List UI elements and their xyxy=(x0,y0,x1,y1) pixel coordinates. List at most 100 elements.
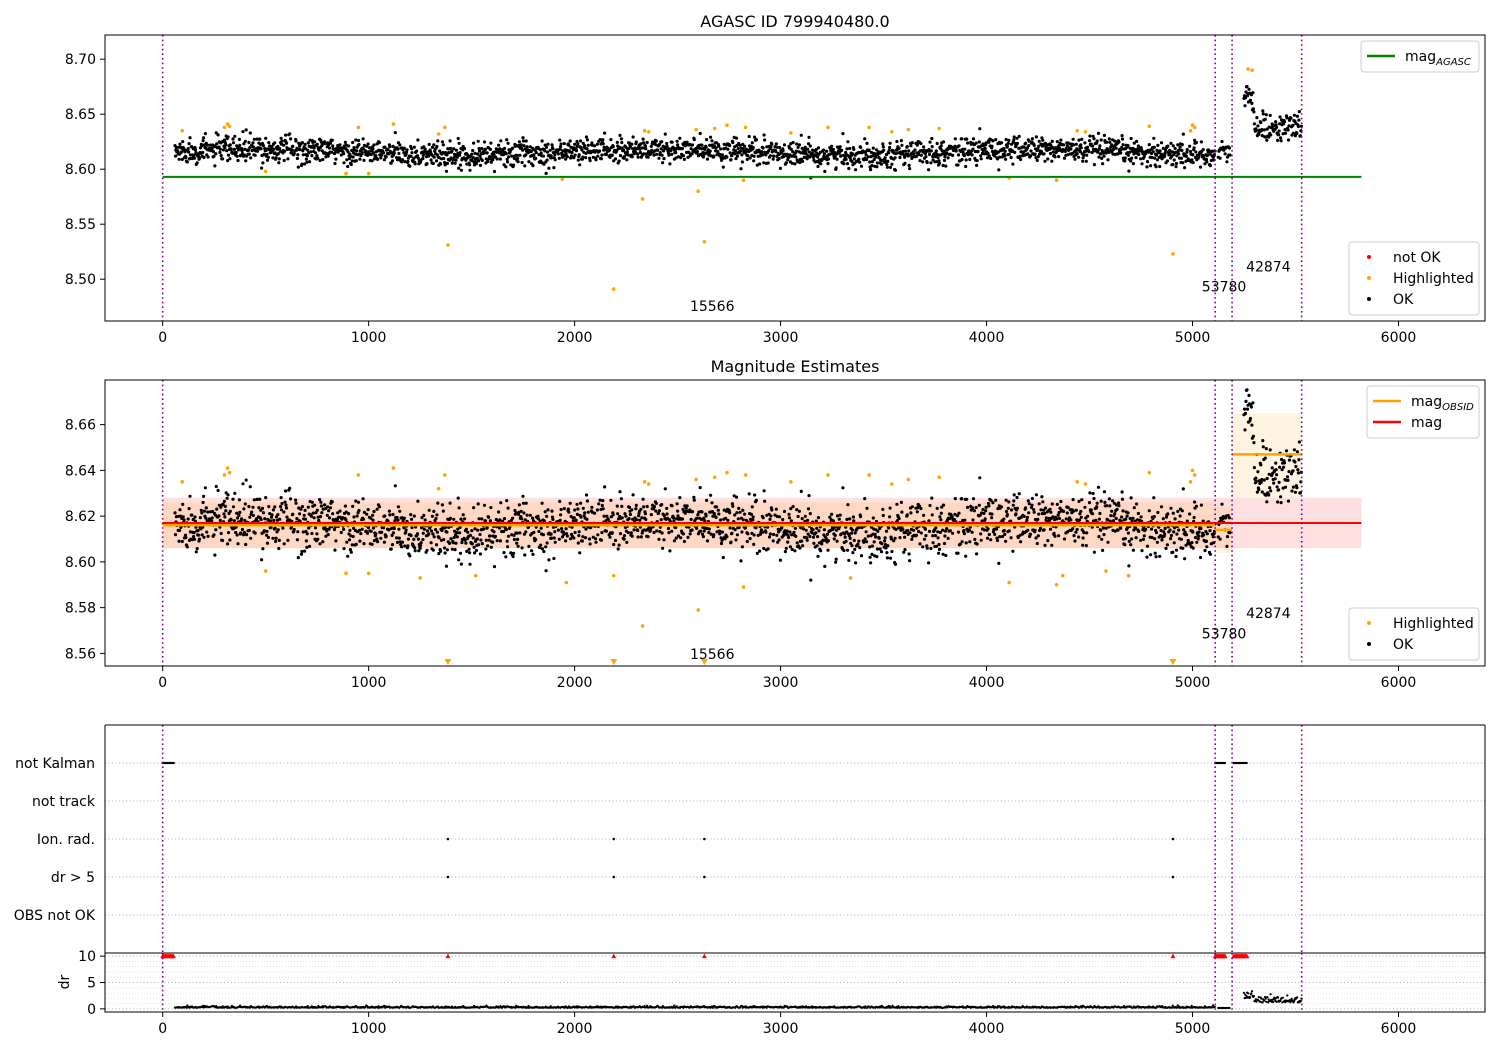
chart-2-ok-point-2373 xyxy=(1271,466,1274,469)
chart-2-ok-point-139 xyxy=(236,542,239,545)
chart-1-highlighted-point-23 xyxy=(744,126,748,130)
chart-2-ok-point-206 xyxy=(267,536,270,539)
chart-2-ok-point-2012 xyxy=(1085,531,1088,534)
chart-1-highlighted-point-3 xyxy=(228,125,232,129)
chart-2-ok-point-1507 xyxy=(856,543,859,546)
chart-1-ok-point-2247 xyxy=(1192,161,1195,164)
chart-2-ok-point-547 xyxy=(421,538,424,541)
chart-1-ok-point-1038 xyxy=(644,145,647,148)
chart-2-ok-point-287 xyxy=(304,509,307,512)
chart-1-ok-point-1722 xyxy=(954,137,957,140)
chart-2-ok-point-560 xyxy=(427,532,430,535)
chart-1-ok-point-982 xyxy=(618,134,621,137)
chart-2-ok-point-947 xyxy=(603,515,606,518)
chart-1-ok-point-1572 xyxy=(886,166,889,169)
chart-1-ok-point-294 xyxy=(307,141,310,144)
chart-1-highlighted-point-36 xyxy=(1189,129,1193,133)
chart-1-ok-point-1431 xyxy=(822,149,825,152)
chart-2-ok-point-1728 xyxy=(956,552,959,555)
chart-1-ok-point-135 xyxy=(235,151,238,154)
chart-2-ok-point-44 xyxy=(193,515,196,518)
chart-1-ok-point-1884 xyxy=(1027,144,1030,147)
chart-1-ok-point-1691 xyxy=(940,144,943,147)
chart-1-ok-point-2380 xyxy=(1274,120,1277,123)
chart-2-ok-point-542 xyxy=(419,544,422,547)
chart-1-ok-point-2003 xyxy=(1081,160,1084,163)
chart-1-ok-point-590 xyxy=(441,140,444,143)
chart-1-ok-point-1498 xyxy=(852,148,855,151)
chart-1-ok-point-2044 xyxy=(1100,138,1103,141)
chart-2-ok-point-2425 xyxy=(1296,468,1299,471)
chart-2-ok-point-1231 xyxy=(731,505,734,508)
chart-2-ok-point-2426 xyxy=(1297,471,1300,474)
chart-1-ok-point-1327 xyxy=(775,142,778,145)
chart-1-ok-point-1159 xyxy=(699,132,702,135)
chart-2-ok-point-1358 xyxy=(789,545,792,548)
chart-2-ok-point-326 xyxy=(321,540,324,543)
chart-1-ok-point-1754 xyxy=(968,158,971,161)
chart-2-ok-point-11 xyxy=(178,508,181,511)
chart-2-ok-point-522 xyxy=(410,518,413,521)
chart-1-ok-point-2177 xyxy=(1160,141,1163,144)
chart-2-ok-point-1952 xyxy=(1058,517,1061,520)
chart-2-ok-point-2405 xyxy=(1286,479,1289,482)
chart-2-ok-point-305 xyxy=(312,511,315,514)
chart-2-ok-point-510 xyxy=(405,528,408,531)
chart-2-ok-point-2427 xyxy=(1297,458,1300,461)
chart-1-ok-point-2025 xyxy=(1091,145,1094,148)
chart-2-ok-point-1073 xyxy=(660,518,663,521)
chart-1-ok-point-766 xyxy=(521,161,524,164)
chart-2-ok-point-1360 xyxy=(790,519,793,522)
chart-1-ok-point-1965 xyxy=(1064,150,1067,153)
chart-2-ok-point-948 xyxy=(603,485,606,488)
chart-2-ok-point-674 xyxy=(479,552,482,555)
chart-2-ok-point-2390 xyxy=(1279,495,1282,498)
chart-2-ok-point-1076 xyxy=(661,547,664,550)
chart-2-ok-point-1022 xyxy=(637,535,640,538)
chart-1-ok-point-326 xyxy=(321,158,324,161)
chart-1-ok-point-216 xyxy=(271,156,274,159)
chart-2-ok-point-1881 xyxy=(1026,516,1029,519)
chart-2-ok-point-118 xyxy=(227,531,230,534)
chart-1-ok-point-689 xyxy=(486,151,489,154)
chart-2-ok-point-834 xyxy=(551,518,554,521)
chart-1-ok-point-883 xyxy=(574,154,577,157)
chart-2-ok-point-292 xyxy=(306,532,309,535)
chart-2-ok-point-338 xyxy=(327,533,330,536)
chart-2-ok-point-1240 xyxy=(735,511,738,514)
chart-2-ok-point-2291 xyxy=(1212,535,1215,538)
chart-1-obs-annotation-1: 53780 xyxy=(1202,279,1247,295)
chart-1-ok-point-1759 xyxy=(971,153,974,156)
chart-2-ok-point-1831 xyxy=(1003,533,1006,536)
chart-1-ok-point-734 xyxy=(506,160,509,163)
chart-1-ok-point-1513 xyxy=(859,146,862,149)
chart-2-ok-point-978 xyxy=(617,547,620,550)
chart-2-ok-point-2044 xyxy=(1100,500,1103,503)
chart-1-ok-point-1097 xyxy=(671,141,674,144)
chart-2-ok-point-2153 xyxy=(1149,553,1152,556)
chart-2-ok-point-576 xyxy=(434,517,437,520)
chart-2-ok-point-2420 xyxy=(1294,491,1297,494)
chart-2-ok-point-2035 xyxy=(1096,502,1099,505)
chart-2-ok-point-2388 xyxy=(1278,466,1281,469)
chart-2-ok-point-1923 xyxy=(1045,516,1048,519)
chart-1-ok-point-1433 xyxy=(823,152,826,155)
chart-2-ok-point-1543 xyxy=(873,540,876,543)
chart-1-ok-point-2019 xyxy=(1088,134,1091,137)
chart-1-ok-point-2218 xyxy=(1179,146,1182,149)
chart-2-highlighted-point-14 xyxy=(612,574,616,578)
chart-1-ok-point-1185 xyxy=(710,139,713,142)
chart-2-ok-point-933 xyxy=(596,533,599,536)
chart-1-ok-point-1989 xyxy=(1075,143,1078,146)
chart-2-ok-point-689 xyxy=(486,526,489,529)
chart-1-ok-point-2310 xyxy=(1225,160,1228,163)
chart-1-ok-point-777 xyxy=(526,145,529,148)
chart-1-highlighted-point-32 xyxy=(1075,129,1079,133)
chart-1-ok-point-2059 xyxy=(1106,158,1109,161)
chart-1-ok-point-714 xyxy=(497,144,500,147)
chart-2-ok-point-1051 xyxy=(650,513,653,516)
chart-2-ok-point-295 xyxy=(307,526,310,529)
chart-1-ok-point-2131 xyxy=(1139,157,1142,160)
chart-1-ok-point-1114 xyxy=(678,137,681,140)
chart-2-ok-point-1841 xyxy=(1008,529,1011,532)
